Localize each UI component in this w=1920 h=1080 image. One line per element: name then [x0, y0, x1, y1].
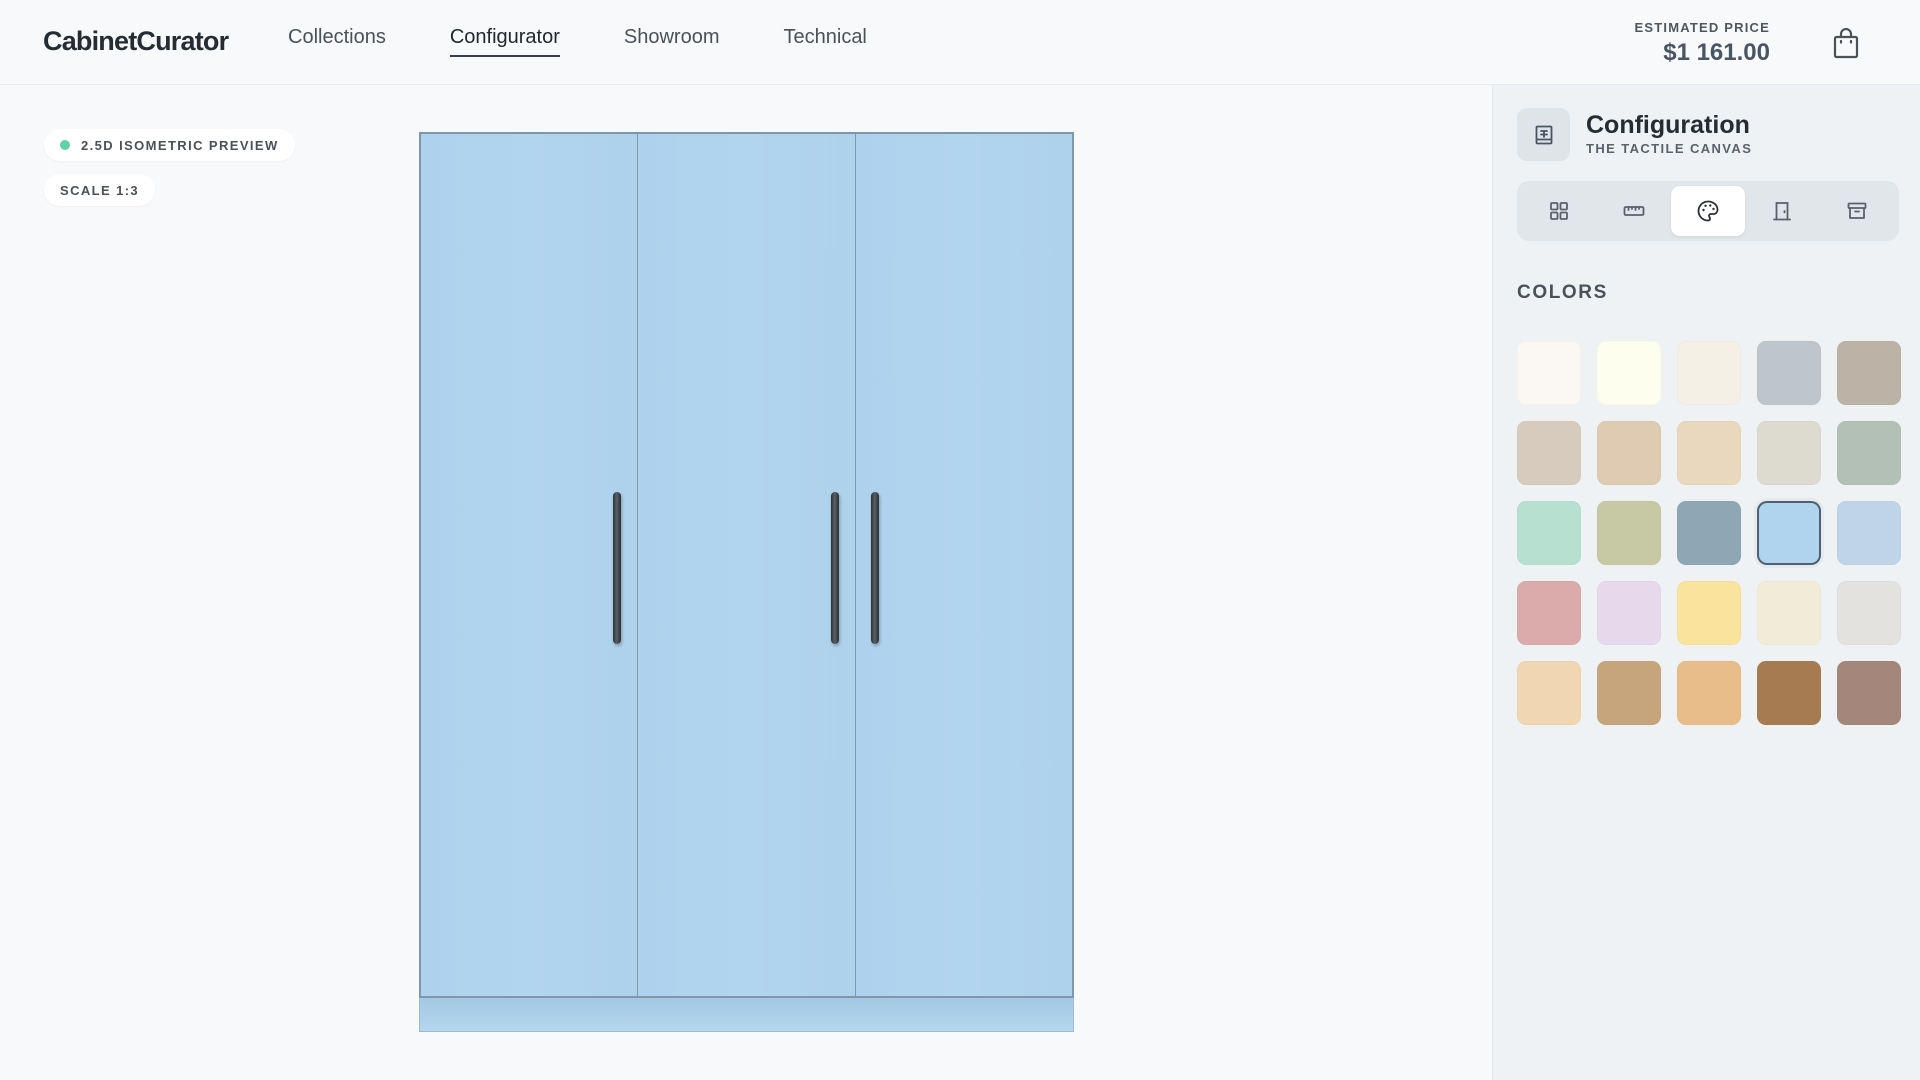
color-swatch[interactable] — [1837, 501, 1901, 565]
price-label: ESTIMATED PRICE — [1634, 20, 1770, 35]
color-swatch[interactable] — [1677, 501, 1741, 565]
door-icon — [1773, 202, 1792, 221]
main-nav: Collections Configurator Showroom Techni… — [288, 26, 867, 57]
book-icon — [1517, 108, 1570, 161]
color-swatch[interactable] — [1677, 581, 1741, 645]
color-swatch[interactable] — [1597, 581, 1661, 645]
sidebar-title: Configuration — [1586, 111, 1750, 139]
color-swatch[interactable] — [1597, 661, 1661, 725]
preview-mode-badge: 2.5D ISOMETRIC PREVIEW — [44, 129, 295, 161]
color-swatch[interactable] — [1837, 421, 1901, 485]
nav-configurator[interactable]: Configurator — [449, 26, 560, 57]
tab-doors[interactable] — [1745, 186, 1819, 236]
color-swatch[interactable] — [1517, 341, 1581, 405]
config-tabs — [1517, 181, 1899, 241]
configuration-sidebar: Configuration THE TACTILE CANVAS COLORS — [1492, 85, 1920, 1080]
color-swatch[interactable] — [1517, 421, 1581, 485]
top-header: CabinetCurator Collections Configurator … — [0, 0, 1920, 85]
palette-icon — [1697, 200, 1719, 222]
color-swatch[interactable] — [1597, 421, 1661, 485]
tab-colors[interactable] — [1670, 186, 1746, 236]
color-swatch[interactable] — [1757, 581, 1821, 645]
tab-drawers[interactable] — [1820, 186, 1894, 236]
color-swatch[interactable] — [1837, 661, 1901, 725]
color-swatch[interactable] — [1757, 341, 1821, 405]
tab-dimensions[interactable] — [1596, 186, 1670, 236]
status-dot — [60, 140, 70, 150]
logo[interactable]: CabinetCurator — [43, 26, 229, 57]
cabinet-preview[interactable] — [419, 132, 1074, 998]
nav-collections[interactable]: Collections — [288, 26, 386, 57]
cabinet-plinth — [419, 998, 1074, 1032]
color-swatch[interactable] — [1597, 501, 1661, 565]
color-swatch[interactable] — [1517, 501, 1581, 565]
nav-technical[interactable]: Technical — [784, 26, 867, 57]
scale-badge: SCALE 1:3 — [44, 174, 156, 206]
colors-section-title: COLORS — [1517, 282, 1608, 303]
color-swatch-selected[interactable] — [1757, 501, 1821, 565]
color-swatch[interactable] — [1677, 421, 1741, 485]
sidebar-subtitle: THE TACTILE CANVAS — [1586, 141, 1753, 156]
shopping-bag-icon[interactable] — [1832, 28, 1860, 60]
color-swatch-grid — [1517, 341, 1901, 725]
door-handle — [613, 492, 622, 644]
color-swatch[interactable] — [1757, 661, 1821, 725]
drawer-icon — [1847, 202, 1867, 219]
estimated-price: ESTIMATED PRICE $1 161.00 — [1635, 20, 1771, 67]
grid-icon — [1550, 202, 1569, 220]
cabinet-door-middle[interactable] — [638, 134, 856, 996]
price-value: $1 161.00 — [1663, 39, 1770, 66]
scale-label: SCALE 1:3 — [60, 182, 140, 198]
door-handle — [830, 492, 839, 644]
color-swatch[interactable] — [1837, 581, 1901, 645]
cabinet-door-left[interactable] — [421, 134, 639, 996]
preview-mode-label: 2.5D ISOMETRIC PREVIEW — [81, 137, 279, 153]
ruler-icon — [1623, 206, 1645, 216]
color-swatch[interactable] — [1597, 341, 1661, 405]
nav-showroom[interactable]: Showroom — [624, 26, 720, 57]
cabinet-door-right[interactable] — [855, 134, 1072, 996]
color-swatch[interactable] — [1517, 661, 1581, 725]
color-swatch[interactable] — [1517, 581, 1581, 645]
door-handle — [870, 492, 879, 644]
tab-layout[interactable] — [1522, 186, 1596, 236]
color-swatch[interactable] — [1837, 341, 1901, 405]
color-swatch[interactable] — [1757, 421, 1821, 485]
color-swatch[interactable] — [1677, 661, 1741, 725]
color-swatch[interactable] — [1677, 341, 1741, 405]
